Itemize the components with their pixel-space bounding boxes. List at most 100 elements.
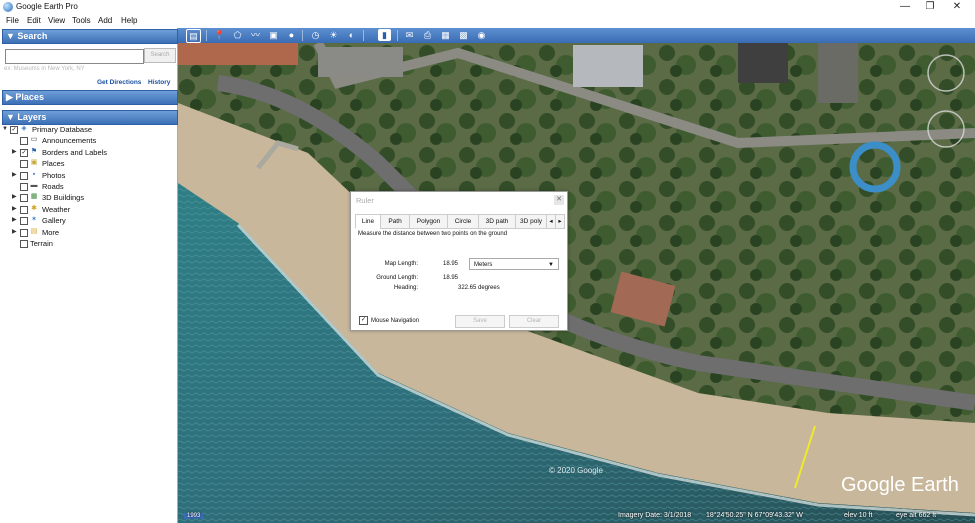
- expand-arrow-icon[interactable]: ▶: [12, 147, 18, 158]
- menu-tools[interactable]: Tools: [72, 16, 91, 25]
- ruler-title: Ruler: [356, 196, 374, 205]
- menu-bar: File Edit View Tools Add Help: [0, 15, 975, 28]
- tab-3d-polygon[interactable]: 3D poly: [515, 214, 547, 229]
- menu-view[interactable]: View: [48, 16, 65, 25]
- menu-add[interactable]: Add: [98, 16, 112, 25]
- mouse-navigation-checkbox[interactable]: ✓ Mouse Navigation: [359, 316, 419, 325]
- search-input[interactable]: [5, 49, 144, 64]
- minimize-button[interactable]: —: [895, 1, 915, 12]
- layer-label: Places: [42, 159, 65, 169]
- layer-item[interactable]: ▶ ▤ More: [12, 227, 172, 238]
- layer-checkbox[interactable]: [20, 194, 28, 203]
- email-icon[interactable]: ✉: [403, 29, 416, 41]
- layer-checkbox[interactable]: [20, 240, 28, 248]
- layer-item[interactable]: Terrain: [12, 238, 172, 249]
- layers-panel-header[interactable]: ▼ Layers: [2, 110, 178, 125]
- close-button[interactable]: ✕: [947, 1, 967, 12]
- historical-imagery-icon[interactable]: ◷: [309, 29, 322, 41]
- path-icon[interactable]: 〰: [249, 29, 262, 41]
- save-button[interactable]: Save: [455, 315, 505, 328]
- menu-file[interactable]: File: [6, 16, 19, 25]
- search-panel-header[interactable]: ▼ Search: [2, 29, 178, 44]
- ruler-description: Measure the distance between two points …: [358, 231, 508, 237]
- print-icon[interactable]: ⎙: [421, 29, 434, 41]
- tab-path[interactable]: Path: [380, 214, 410, 229]
- google-earth-icon: [3, 2, 13, 12]
- units-select[interactable]: Meters ▼: [469, 258, 559, 270]
- view-in-maps-icon[interactable]: ▩: [457, 29, 470, 41]
- layer-checkbox[interactable]: [20, 205, 28, 214]
- database-icon: ◈: [21, 125, 27, 132]
- layer-item[interactable]: ▶ ✓ ⚑ Borders and Labels: [12, 147, 172, 158]
- layer-checkbox[interactable]: [20, 137, 28, 146]
- layer-item[interactable]: ▶ ✶ Gallery: [12, 215, 172, 226]
- map-length-value: 18.95: [442, 261, 458, 267]
- planets-icon[interactable]: ◐: [345, 29, 358, 41]
- buildings-icon: ▦: [30, 193, 38, 201]
- ground-length-value: 18.95: [442, 275, 458, 281]
- save-image-icon[interactable]: ▦: [439, 29, 452, 41]
- layer-checkbox[interactable]: [20, 183, 28, 191]
- layer-label: Terrain: [30, 239, 53, 248]
- layer-label: Gallery: [42, 216, 66, 226]
- heading-label: Heading:: [393, 285, 418, 291]
- placemark-icon[interactable]: 📍: [213, 29, 226, 41]
- layer-item[interactable]: ▼ ✓ ◈ Primary Database: [2, 124, 172, 135]
- polygon-icon[interactable]: ⬠: [231, 29, 244, 41]
- history-link[interactable]: History: [148, 79, 170, 86]
- layer-item[interactable]: ▣ Places: [12, 158, 172, 169]
- tab-3d-path[interactable]: 3D path: [478, 214, 516, 229]
- layer-label: Photos: [42, 170, 66, 180]
- layer-checkbox[interactable]: [20, 171, 28, 180]
- sunlight-icon[interactable]: ☀: [327, 29, 340, 41]
- tab-polygon[interactable]: Polygon: [409, 214, 448, 229]
- layer-checkbox[interactable]: [20, 228, 28, 237]
- scale-badge[interactable]: 1993: [184, 513, 204, 519]
- expand-arrow-icon[interactable]: ▶: [12, 215, 18, 226]
- announcements-icon: ▭: [30, 136, 38, 144]
- record-tour-icon[interactable]: ●: [285, 29, 298, 41]
- search-button[interactable]: Search: [144, 48, 176, 63]
- toolbar-separator: [363, 30, 364, 41]
- get-directions-link[interactable]: Get Directions: [97, 79, 141, 86]
- tab-scroll-right-icon[interactable]: ▸: [555, 214, 565, 229]
- ruler-icon[interactable]: ▮: [378, 29, 391, 41]
- mouse-navigation-label: Mouse Navigation: [371, 318, 420, 325]
- toolbar-separator: [206, 30, 207, 41]
- toolbar-separator: [302, 30, 303, 41]
- maximize-button[interactable]: ❐: [920, 1, 940, 12]
- earth-icon[interactable]: ◉: [475, 29, 488, 41]
- copyright-label: © 2020 Google: [549, 466, 603, 475]
- google-earth-logo: Google Earth: [841, 474, 959, 496]
- image-overlay-icon[interactable]: ▣: [267, 29, 280, 41]
- layer-checkbox[interactable]: [20, 160, 28, 169]
- clear-button[interactable]: Clear: [509, 315, 559, 328]
- layer-item[interactable]: ▶ ▦ 3D Buildings: [12, 192, 172, 203]
- menu-edit[interactable]: Edit: [27, 16, 41, 25]
- map-length-label: Map Length:: [384, 261, 418, 267]
- places-panel-header[interactable]: ▶ Places: [2, 90, 178, 105]
- expand-arrow-icon[interactable]: ▶: [12, 170, 18, 181]
- expand-arrow-icon[interactable]: ▼: [2, 124, 8, 135]
- layer-item[interactable]: ▬ Roads: [12, 181, 172, 192]
- layer-checkbox[interactable]: ✓: [20, 148, 28, 157]
- map-view[interactable]: © 2020 Google Google Earth: [178, 43, 975, 523]
- expand-arrow-icon[interactable]: ▶: [12, 192, 18, 203]
- close-icon[interactable]: ✕: [554, 195, 564, 205]
- expand-arrow-icon[interactable]: ▶: [12, 227, 18, 238]
- imagery-date: Imagery Date: 3/1/2018: [618, 512, 692, 519]
- layer-item[interactable]: ▭ Announcements: [12, 135, 172, 146]
- layer-checkbox[interactable]: [20, 217, 28, 226]
- sidebar-toggle-icon[interactable]: ▤: [186, 29, 201, 43]
- toolbar-separator: [397, 30, 398, 41]
- layer-checkbox[interactable]: ✓: [10, 126, 18, 134]
- tab-circle[interactable]: Circle: [447, 214, 479, 229]
- layer-label: Announcements: [42, 136, 97, 146]
- expand-arrow-icon[interactable]: ▶: [12, 204, 18, 215]
- tab-line[interactable]: Line: [355, 214, 381, 229]
- layer-label: Roads: [42, 182, 64, 191]
- menu-help[interactable]: Help: [121, 16, 137, 25]
- layer-item[interactable]: ▶ ▪ Photos: [12, 170, 172, 181]
- layer-item[interactable]: ▶ ✱ Weather: [12, 204, 172, 215]
- satellite-imagery: [178, 43, 975, 523]
